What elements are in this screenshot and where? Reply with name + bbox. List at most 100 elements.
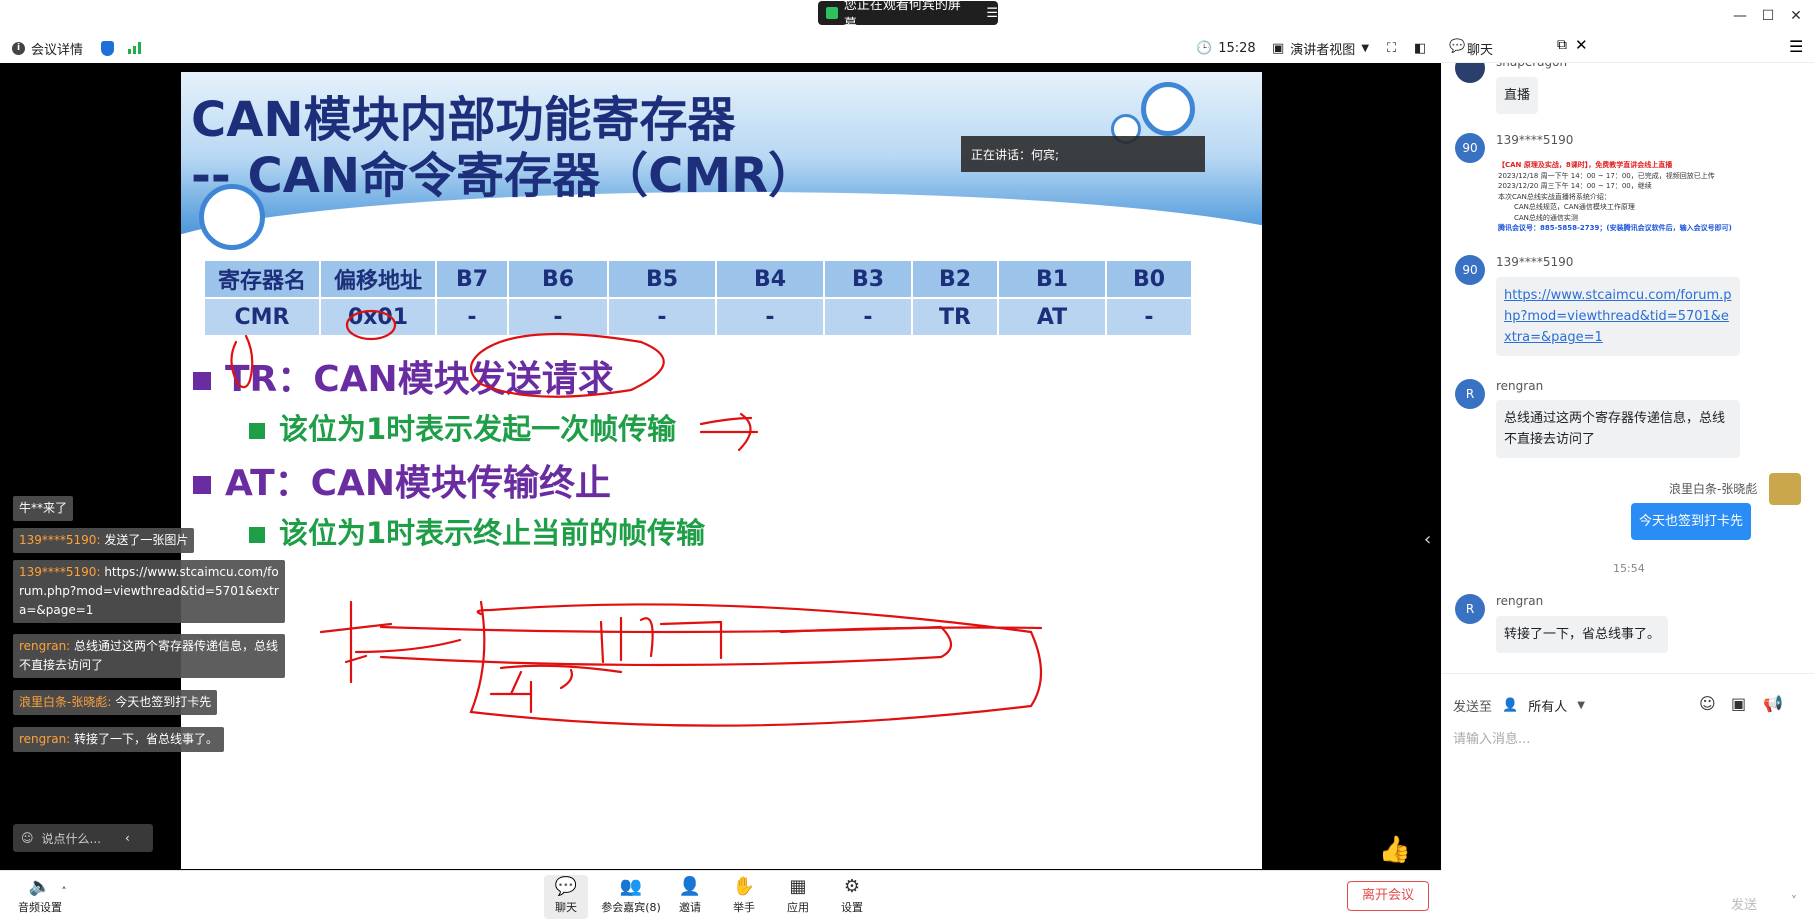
shield-icon xyxy=(101,40,114,56)
raise-hand-label: 举手 xyxy=(733,901,755,914)
notice-image: 【CAN 原理及实战，8课时】，免费教学直讲会线上直播 2023/12/18 周… xyxy=(1498,160,1768,234)
table-row: CMR 0x01 - - - - - TR AT - xyxy=(203,297,1193,337)
sender-name: 浪里白条-张晓彪 xyxy=(1669,482,1758,496)
overlay-chat-message: rengran: 转接了一下，省总线事了。 xyxy=(13,727,225,752)
collapse-panel-icon[interactable]: ‹ xyxy=(1424,529,1431,550)
sender-name: 139****5190 xyxy=(1496,133,1574,147)
overlay-input-placeholder: 说点什么... xyxy=(41,831,101,846)
overlay-chat-input[interactable]: ☺ 说点什么... ‹ xyxy=(13,824,153,852)
leave-meeting-button[interactable]: 离开会议 xyxy=(1347,881,1429,911)
slide-bullet: AT：CAN模块传输终止 xyxy=(193,454,611,506)
close-window-button[interactable]: ✕ xyxy=(1786,6,1806,26)
overlay-sender: 139****5190: xyxy=(19,533,101,547)
settings-button[interactable]: ⚙ 设置 xyxy=(830,875,874,919)
table-cell: 0x01 xyxy=(319,297,437,337)
sender-name: 139****5190 xyxy=(1496,255,1574,269)
image-upload-icon[interactable]: ▣ xyxy=(1731,694,1746,713)
overlay-chat-message: rengran: 总线通过这两个寄存器传递信息，总线不直接去访问了 xyxy=(13,634,285,678)
chat-button[interactable]: 💬 聊天 xyxy=(544,875,588,919)
people-icon: 👥 xyxy=(619,876,643,897)
sender-name: rengran xyxy=(1496,594,1544,608)
notice-line: CAN总线的通信实测 xyxy=(1514,213,1578,222)
fullscreen-icon: ⛶ xyxy=(1387,40,1397,56)
chat-label: 聊天 xyxy=(555,901,577,914)
chat-bubble: 今天也签到打卡先 xyxy=(1631,503,1752,540)
send-to-label: 发送至 xyxy=(1453,700,1493,715)
message-input[interactable] xyxy=(1453,724,1803,754)
notice-line: 【CAN 原理及实战，8课时】，免费教学直讲会线上直播 xyxy=(1498,161,1673,169)
shared-screen-stage: CAN模块内部功能寄存器 -- CAN命令寄存器（CMR） 正在讲话：何宾; 寄… xyxy=(0,63,1441,888)
chevron-left-icon[interactable]: ‹ xyxy=(125,831,130,845)
menu-icon[interactable]: ☰ xyxy=(986,6,998,21)
avatar xyxy=(1769,473,1801,505)
decor-bubble xyxy=(1141,82,1195,136)
table-cell: - xyxy=(715,297,825,337)
megaphone-icon[interactable]: 📢 xyxy=(1763,694,1783,713)
bullet-text: TR：CAN模块发送请求 xyxy=(225,359,614,400)
invite-button[interactable]: 👤 邀请 xyxy=(668,875,712,919)
add-person-icon: 👤 xyxy=(678,876,702,897)
maximize-button[interactable]: ☐ xyxy=(1758,6,1778,26)
meeting-time: 15:28 xyxy=(1218,40,1256,56)
chat-bubble: https://www.stcaimcu.com/forum.php?mod=v… xyxy=(1496,277,1740,356)
chat-input-area: 发送至 👤 所有人 ▼ ☺ ▣ 📢 发送 ˅ xyxy=(1441,673,1814,922)
avatar: R xyxy=(1455,594,1485,624)
screen-share-indicator[interactable]: 您正在观看何宾的屏幕 ☰ xyxy=(818,0,998,32)
participants-button[interactable]: 👥 参会嘉宾(8) xyxy=(598,875,664,919)
meeting-window: 您正在观看何宾的屏幕 ☰ — ☐ ✕ i 会议详情 🕒 15:28 ▣ 演讲者视… xyxy=(0,0,1814,922)
close-icon[interactable]: ✕ xyxy=(1575,36,1588,54)
meeting-info-button[interactable]: i 会议详情 xyxy=(12,33,83,63)
sender-name: shaperagon xyxy=(1496,63,1567,69)
info-icon: i xyxy=(12,41,25,55)
notice-line: 2023/12/18 周一下午 14：00 ~ 17：00，已完成，视频回放已上… xyxy=(1498,171,1715,180)
chevron-up-icon[interactable]: ˄ xyxy=(56,885,72,922)
table-header-row: 寄存器名 偏移地址 B7 B6 B5 B4 B3 B2 B1 B0 xyxy=(203,259,1193,299)
thumbs-up-icon: 👍 xyxy=(1378,835,1412,865)
chevron-down-icon: ▼ xyxy=(1577,700,1585,711)
overlay-sender: 浪里白条-张晓彪: xyxy=(19,695,112,709)
emoji-icon[interactable]: ☺ xyxy=(1699,694,1716,713)
apps-button[interactable]: ▦ 应用 xyxy=(776,875,820,919)
person-icon: 👤 xyxy=(1502,698,1519,713)
send-button[interactable]: 发送 xyxy=(1731,894,1757,913)
overlay-message-text: 发送了一张图片 xyxy=(104,533,189,547)
notice-line: CAN总线规范，CAN通信模块工作原理 xyxy=(1514,203,1635,211)
meeting-toolbar: i 会议详情 🕒 15:28 ▣ 演讲者视图 ▼ ⛶ ◧ xyxy=(0,33,1441,63)
overlay-sender: rengran: xyxy=(19,639,71,653)
table-cell: B7 xyxy=(435,259,509,299)
chat-bubble: 总线通过这两个寄存器传递信息，总线不直接去访问了 xyxy=(1496,400,1740,458)
bullet-text: 该位为1时表示终止当前的帧传输 xyxy=(279,516,706,550)
overlay-chat-message: 浪里白条-张晓彪: 今天也签到打卡先 xyxy=(13,690,218,715)
notice-line: 2023/12/20 周三下午 14：00 ~ 17：00，继续 xyxy=(1498,182,1652,190)
view-mode-dropdown[interactable]: ▣ 演讲者视图 ▼ xyxy=(1272,33,1369,63)
security-button[interactable] xyxy=(101,33,114,63)
chevron-down-icon[interactable]: ˅ xyxy=(1791,894,1797,908)
table-cell: B2 xyxy=(911,259,999,299)
send-to-selector[interactable]: 发送至 👤 所有人 ▼ xyxy=(1453,696,1585,715)
side-panel-toggle[interactable]: ◧ xyxy=(1414,33,1426,63)
raise-hand-button[interactable]: ✋ 举手 xyxy=(722,875,766,919)
chat-message-list[interactable]: shaperagon 直播 90 139****5190 90 139****5… xyxy=(1441,63,1814,673)
bullet-text: 该位为1时表示发起一次帧传输 xyxy=(279,412,677,446)
settings-label: 设置 xyxy=(841,901,863,914)
emoji-icon[interactable]: ☺ xyxy=(21,831,34,845)
table-cell: - xyxy=(1105,297,1193,337)
minimize-button[interactable]: — xyxy=(1730,6,1750,26)
chevron-down-icon: ▼ xyxy=(1361,42,1370,54)
meeting-control-bar: 🔈 音频设置 ˄ 💬 聊天 👥 参会嘉宾(8) 👤 邀请 ✋ 举手 ▦ 应用 ⚙… xyxy=(0,870,1441,922)
signal-bars-icon xyxy=(128,42,141,54)
table-cell: CMR xyxy=(203,297,321,337)
chat-link[interactable]: https://www.stcaimcu.com/forum.php?mod=v… xyxy=(1504,288,1732,345)
send-to-value: 所有人 xyxy=(1528,700,1568,715)
table-cell: B4 xyxy=(715,259,825,299)
table-cell: 偏移地址 xyxy=(319,259,437,299)
apps-label: 应用 xyxy=(787,901,809,914)
popout-icon[interactable]: ⧉ xyxy=(1557,37,1567,53)
chat-panel-title: 聊天 xyxy=(1467,43,1494,58)
network-status-button[interactable] xyxy=(128,33,141,63)
slide-title-line2: -- CAN命令寄存器（CMR） xyxy=(191,148,817,204)
fullscreen-button[interactable]: ⛶ xyxy=(1387,33,1396,63)
table-cell: TR xyxy=(911,297,999,337)
timestamp: 15:54 xyxy=(1613,562,1645,575)
more-menu-icon[interactable]: ☰ xyxy=(1789,37,1803,56)
